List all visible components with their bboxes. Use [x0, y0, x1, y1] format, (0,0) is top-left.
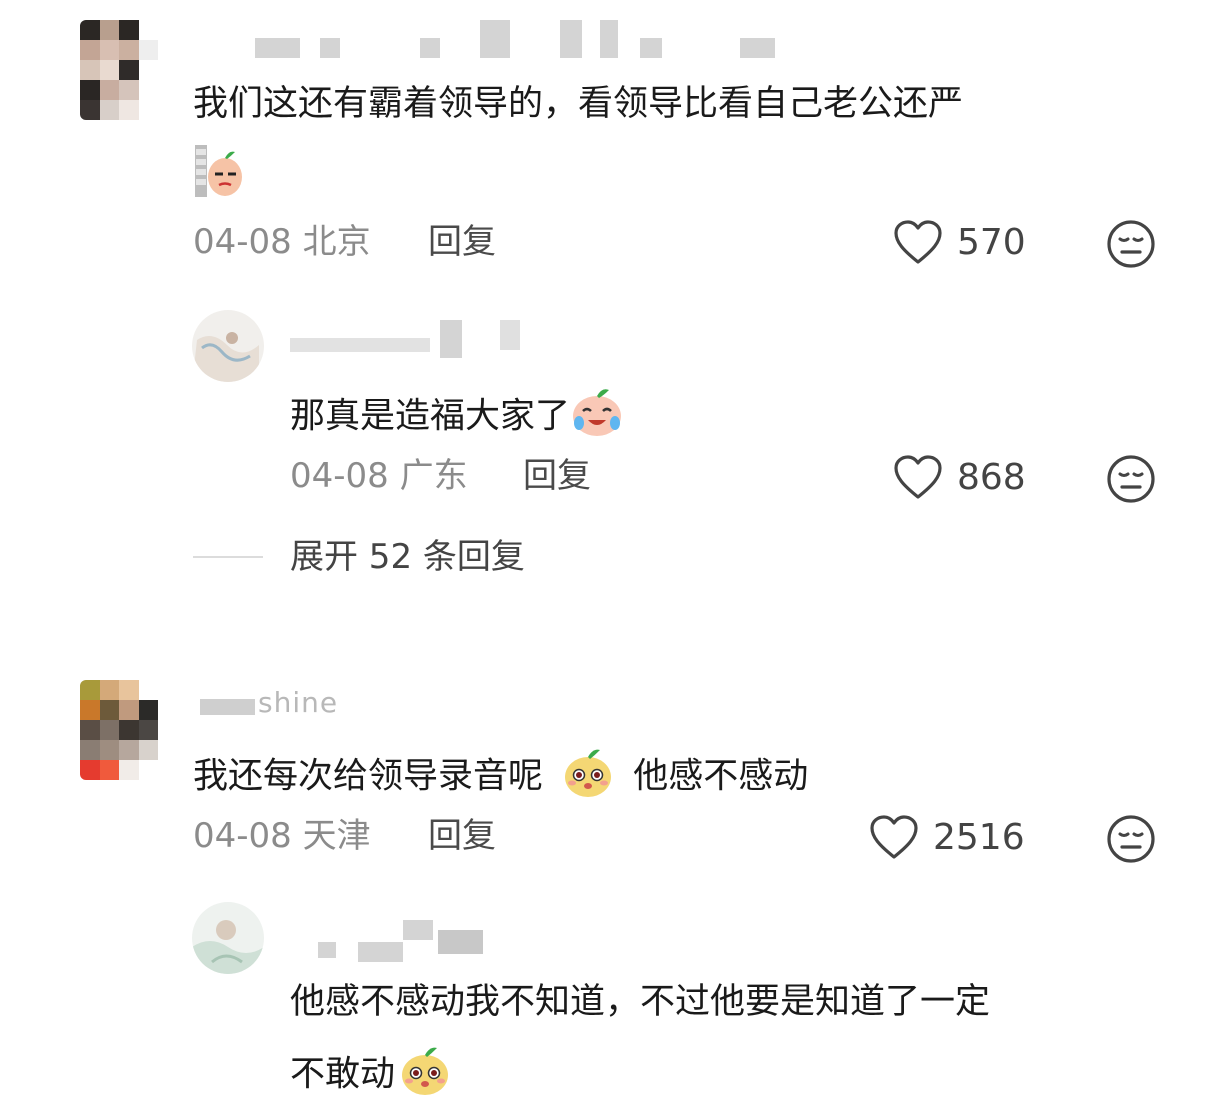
comment-date: 04-08 天津: [193, 816, 371, 856]
dislike-button[interactable]: [1106, 814, 1156, 864]
heart-icon: [894, 220, 942, 264]
like-button[interactable]: 868: [893, 455, 1026, 501]
like-button[interactable]: 2516: [869, 815, 1025, 861]
username-blurred[interactable]: [290, 320, 550, 358]
neutral-face-icon: [1107, 815, 1155, 863]
username-blurred[interactable]: [318, 920, 498, 962]
reply-button[interactable]: 回复: [523, 456, 591, 496]
peach-surprised-icon: [562, 745, 614, 810]
dislike-button[interactable]: [1106, 454, 1156, 504]
avatar[interactable]: [80, 20, 158, 120]
comment-location: 天津: [302, 816, 371, 856]
peach-wall-smirk-sticker-icon: [195, 145, 245, 197]
comment-text: 我们这还有霸着领导的，看领导比看自己老公还严: [193, 84, 964, 124]
neutral-face-icon: [1107, 220, 1155, 268]
heart-icon: [870, 815, 918, 859]
avatar[interactable]: [80, 680, 158, 780]
reply-text: 他感不感动我不知道，不过他要是知道了一定: [290, 982, 991, 1022]
comment-date: 04-08 北京: [193, 222, 371, 262]
like-count: 868: [957, 457, 1026, 498]
comment-text: 我还每次给领导录音呢 他感不感动: [193, 745, 808, 810]
reply-location: 广东: [399, 456, 468, 496]
reply-date: 04-08 广东: [290, 456, 468, 496]
reply-button[interactable]: 回复: [428, 222, 496, 262]
comment-location: 北京: [302, 222, 371, 262]
username[interactable]: shine: [258, 688, 338, 714]
dislike-button[interactable]: [1106, 219, 1156, 269]
username-blurred[interactable]: [195, 20, 795, 58]
reply-avatar[interactable]: [192, 902, 264, 974]
like-count: 2516: [933, 817, 1025, 858]
reply-button[interactable]: 回复: [428, 816, 496, 856]
peach-surprised-icon: [399, 1043, 451, 1108]
like-count: 570: [957, 222, 1026, 263]
reply-avatar[interactable]: [192, 310, 264, 382]
heart-icon: [894, 455, 942, 499]
reply-text-continued: 不敢动: [290, 1043, 451, 1108]
neutral-face-icon: [1107, 455, 1155, 503]
reply-text: 那真是造福大家了: [290, 386, 624, 449]
divider: [193, 556, 263, 558]
crying-laughing-peach-icon: [570, 386, 624, 449]
expand-replies-button[interactable]: 展开 52 条回复: [290, 537, 525, 577]
like-button[interactable]: 570: [893, 220, 1026, 266]
username-blurred: [200, 695, 260, 715]
